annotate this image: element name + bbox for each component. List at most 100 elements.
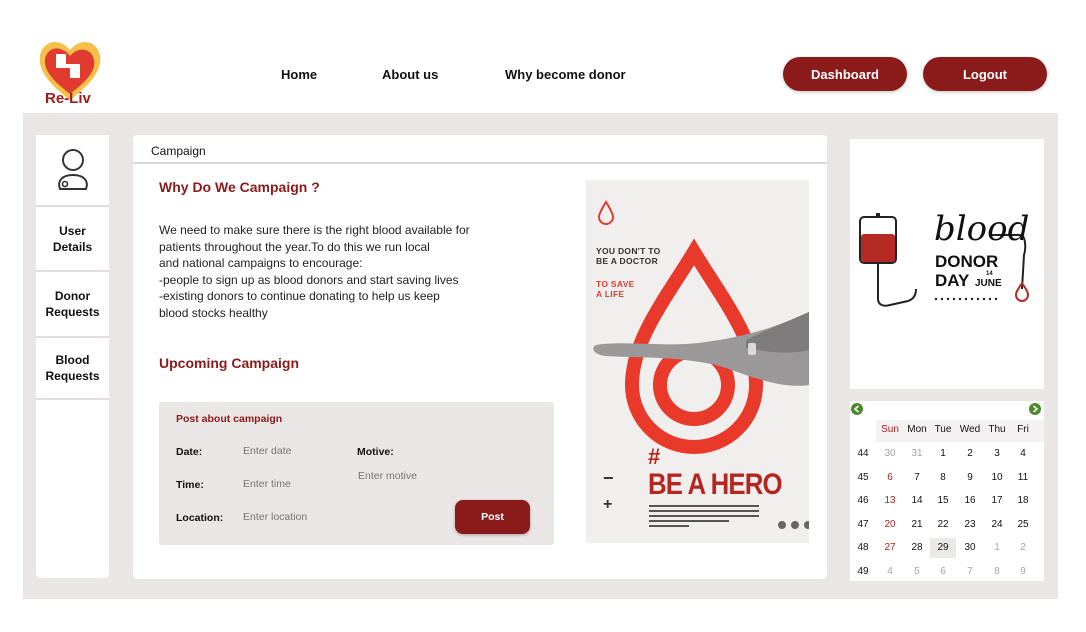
calendar-day[interactable]: 4 — [877, 566, 903, 577]
nav-home[interactable]: Home — [281, 67, 317, 82]
calendar-day[interactable]: 31 — [904, 448, 930, 459]
calendar-day[interactable]: 30 — [957, 542, 983, 553]
calendar-day[interactable]: 30 — [877, 448, 903, 459]
sidebar-item-label: Blood — [55, 353, 90, 367]
sidebar-item-blood-requests[interactable]: Blood Requests — [36, 338, 109, 400]
calendar-day[interactable]: 1 — [930, 448, 956, 459]
poster-headline: BE A HERO — [648, 468, 783, 501]
campaign-poster: YOU DON'T TO BE A DOCTOR TO SAVE A LIFE … — [586, 180, 809, 543]
calendar: Sun Mon Tue Wed Thu Fri 44 30 31 1 2 3 4 45 6 7 8 9 10 11 4… — [850, 401, 1044, 581]
calendar-day[interactable]: 15 — [930, 495, 956, 506]
day-text: DAY — [935, 271, 970, 290]
description-line: -people to sign up as blood donors and s… — [159, 272, 459, 287]
calendar-day[interactable]: 5 — [904, 566, 930, 577]
logout-button[interactable]: Logout — [923, 57, 1047, 91]
calendar-day[interactable]: 8 — [930, 472, 956, 483]
poster-line-1: YOU DON'T TO — [596, 246, 661, 256]
calendar-day[interactable]: 17 — [984, 495, 1010, 506]
calendar-day[interactable]: 25 — [1010, 519, 1036, 530]
nav-about[interactable]: About us — [382, 67, 438, 82]
week-number: 44 — [857, 448, 869, 459]
sidebar-item-label: Requests — [45, 305, 100, 319]
calendar-day[interactable]: 6 — [930, 566, 956, 577]
next-month-icon[interactable] — [1029, 403, 1041, 415]
calendar-day[interactable]: 6 — [877, 472, 903, 483]
calendar-day[interactable]: 27 — [877, 542, 903, 553]
calendar-day[interactable]: 3 — [984, 448, 1010, 459]
calendar-day[interactable]: 8 — [984, 566, 1010, 577]
poster-line-3: TO SAVE — [596, 279, 635, 289]
calendar-day[interactable]: 4 — [1010, 448, 1036, 459]
location-label: Location: — [176, 512, 224, 524]
calendar-day[interactable]: 24 — [984, 519, 1010, 530]
calendar-day[interactable]: 9 — [1010, 566, 1036, 577]
upcoming-campaign-heading: Upcoming Campaign — [159, 355, 300, 371]
calendar-day[interactable]: 9 — [957, 472, 983, 483]
calendar-day[interactable]: 21 — [904, 519, 930, 530]
calendar-day[interactable]: 14 — [904, 495, 930, 506]
description-line: and national campaigns to encourage: — [159, 256, 363, 270]
description-line: patients throughout the year.To do this … — [159, 239, 430, 254]
sidebar-profile[interactable] — [36, 135, 109, 207]
sidebar-item-user-details[interactable]: User Details — [36, 207, 109, 272]
campaign-description: We need to make sure there is the right … — [159, 222, 499, 321]
weekday-label: Mon — [907, 424, 927, 435]
user-profile-icon — [57, 149, 88, 190]
sidebar-item-donor-requests[interactable]: Donor Requests — [36, 272, 109, 338]
calendar-day[interactable]: 23 — [957, 519, 983, 530]
calendar-day[interactable]: 20 — [877, 519, 903, 530]
weekday-label: Fri — [1017, 424, 1029, 435]
time-input[interactable] — [243, 478, 343, 490]
calendar-day[interactable]: 11 — [1010, 472, 1036, 483]
date-label: Date: — [176, 446, 203, 458]
tab-campaign[interactable]: Campaign — [133, 135, 827, 164]
minus-icon: − — [603, 468, 614, 488]
description-line: We need to make sure there is the right … — [159, 223, 470, 237]
brand-name: Re-Liv — [45, 90, 91, 107]
week-number: 47 — [857, 518, 869, 530]
description-line: blood stocks healthy — [159, 305, 268, 320]
prev-month-icon[interactable] — [851, 403, 863, 415]
blood-donor-day-card: blood DONOR DAY 14 JUNE — [850, 139, 1044, 389]
calendar-day[interactable]: 28 — [904, 542, 930, 553]
nav-why-become-donor[interactable]: Why become donor — [505, 67, 626, 82]
calendar-day[interactable]: 2 — [1010, 542, 1036, 553]
calendar-day[interactable]: 10 — [984, 472, 1010, 483]
description-line: -existing donors to continue donating to… — [159, 289, 440, 303]
sidebar-item-label: Details — [52, 239, 93, 254]
weekday-label: Wed — [959, 424, 981, 435]
dashboard-button[interactable]: Dashboard — [783, 57, 907, 91]
calendar-day-today[interactable]: 29 — [930, 538, 956, 558]
weekday-label: Sun — [881, 424, 899, 435]
calendar-day[interactable]: 7 — [957, 566, 983, 577]
tab-label: Campaign — [151, 144, 206, 158]
calendar-day[interactable]: 2 — [957, 448, 983, 459]
calendar-day[interactable]: 7 — [904, 472, 930, 483]
week-number: 46 — [857, 495, 869, 506]
week-number: 49 — [857, 565, 869, 577]
post-button[interactable]: Post — [455, 500, 530, 534]
time-label: Time: — [176, 479, 204, 491]
weekday-label: Tue — [934, 424, 952, 435]
sidebar-item-label: User — [59, 223, 86, 238]
sidebar-item-label: Donor — [54, 289, 91, 303]
poster-hash: # — [648, 444, 661, 469]
weekday-label: Thu — [988, 424, 1006, 435]
calendar-day[interactable]: 22 — [930, 519, 956, 530]
form-title: Post about campaign — [176, 413, 283, 425]
sidebar-item-label: Requests — [45, 369, 100, 383]
calendar-day[interactable]: 1 — [984, 542, 1010, 553]
plus-icon: + — [603, 496, 613, 513]
why-campaign-heading: Why Do We Campaign ? — [159, 179, 320, 195]
motive-label: Motive: — [357, 446, 394, 458]
location-input[interactable] — [243, 511, 343, 523]
blood-script-text: blood — [934, 209, 1030, 249]
week-number: 45 — [857, 471, 869, 483]
calendar-day[interactable]: 16 — [957, 495, 983, 506]
day-number-text: 14 — [986, 271, 993, 277]
calendar-day[interactable]: 13 — [877, 495, 903, 506]
motive-input[interactable] — [358, 470, 508, 482]
poster-line-2: BE A DOCTOR — [596, 256, 659, 266]
date-input[interactable] — [243, 445, 343, 457]
calendar-day[interactable]: 18 — [1010, 495, 1036, 506]
